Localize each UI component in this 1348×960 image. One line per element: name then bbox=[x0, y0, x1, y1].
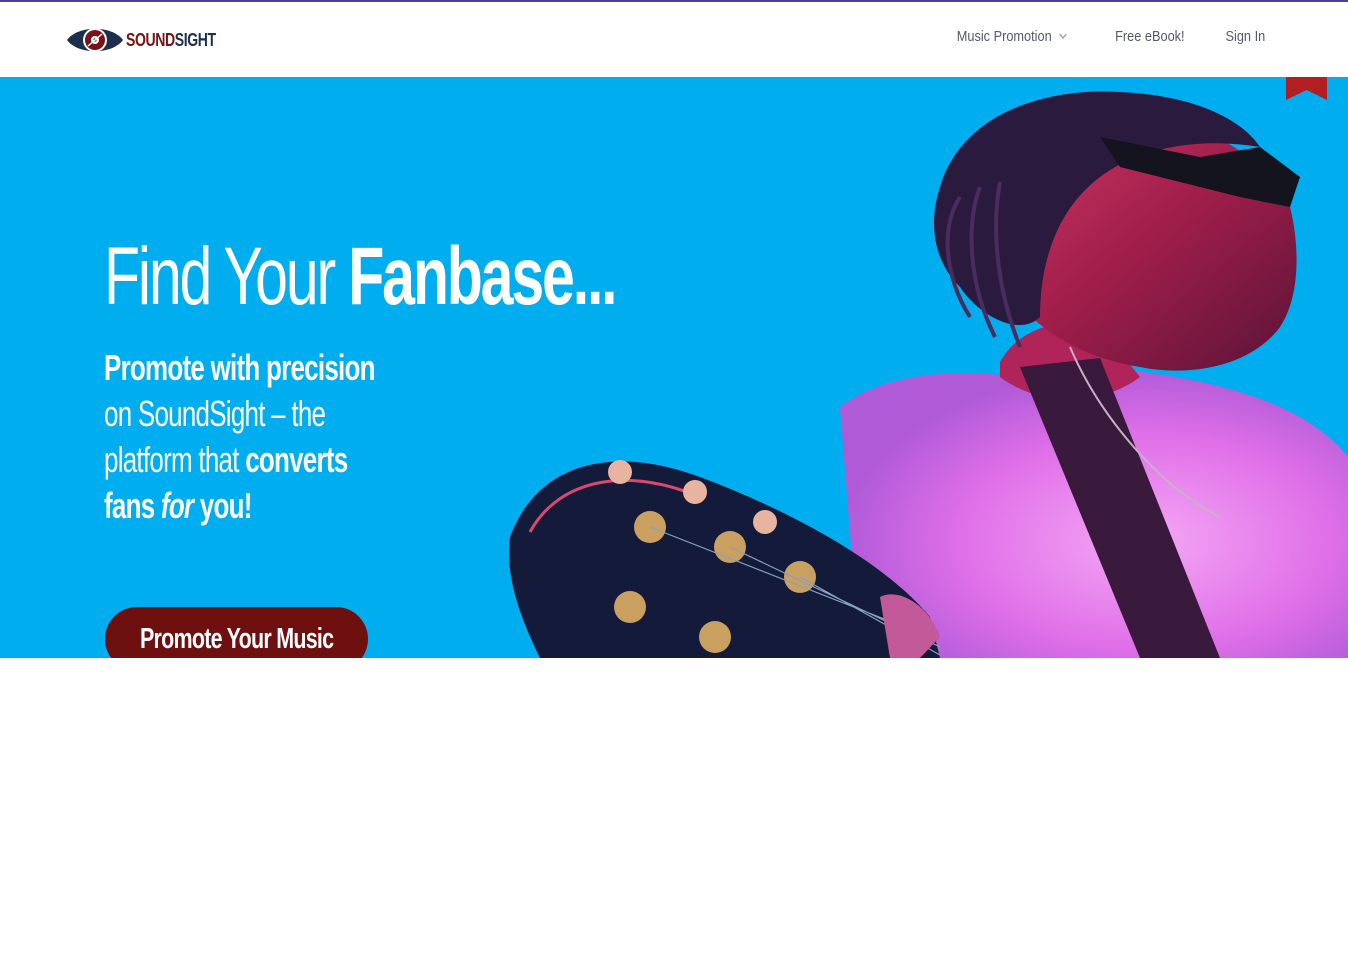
nav-sign-in[interactable]: Sign In bbox=[1226, 28, 1266, 45]
hero-section: Find Your Fanbase... Promote with precis… bbox=[0, 77, 1348, 658]
nav-free-ebook-label: Free eBook! bbox=[1114, 28, 1185, 45]
guitarist-photo bbox=[509, 91, 1348, 658]
sub-bold-1: Promote with precision bbox=[104, 347, 375, 388]
eye-disc-logo-icon bbox=[67, 28, 123, 52]
brand-wordmark: SOUNDSIGHT bbox=[126, 29, 216, 50]
bookmark-ribbon-icon bbox=[1286, 77, 1327, 100]
brand-logo[interactable]: SOUNDSIGHT bbox=[66, 22, 241, 58]
promote-your-music-label: Promote Your Music bbox=[139, 622, 334, 655]
nav-music-promotion-label: Music Promotion bbox=[956, 28, 1052, 45]
sub-italic: for bbox=[160, 485, 194, 526]
hero-headline-light: Find Your bbox=[104, 231, 349, 322]
main-nav: Music Promotion Free eBook! Sign In bbox=[947, 28, 1269, 45]
chevron-down-icon bbox=[1058, 33, 1067, 40]
site-header: SOUNDSIGHT Music Promotion Free eBook! S… bbox=[0, 2, 1348, 77]
nav-free-ebook[interactable]: Free eBook! bbox=[1115, 28, 1184, 45]
hero-subheadline: Promote with precision on SoundSight – t… bbox=[104, 345, 392, 529]
hero-headline-bold: Fanbase... bbox=[348, 231, 617, 322]
nav-music-promotion[interactable]: Music Promotion bbox=[957, 28, 1067, 45]
sub-bold-3: you! bbox=[193, 485, 253, 526]
hero-headline: Find Your Fanbase... bbox=[104, 231, 618, 322]
promote-your-music-button[interactable]: Promote Your Music bbox=[105, 607, 368, 658]
nav-sign-in-label: Sign In bbox=[1225, 28, 1266, 45]
